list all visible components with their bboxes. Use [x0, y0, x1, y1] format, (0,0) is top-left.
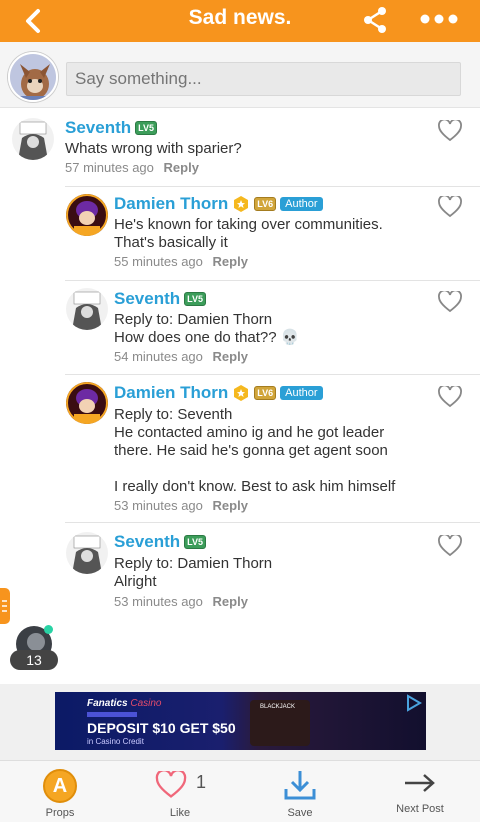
timestamp: 53 minutes ago [114, 594, 203, 609]
heart-icon [155, 771, 187, 798]
username[interactable]: Damien Thorn [114, 194, 228, 214]
next-post-label: Next Post [396, 803, 444, 815]
save-label: Save [287, 807, 313, 819]
comment-item: Seventh LV5 Reply to: Damien Thorn Alrig… [0, 522, 480, 616]
like-label: Like [169, 807, 191, 819]
menu-lines-icon [2, 600, 7, 612]
my-avatar[interactable] [8, 52, 58, 102]
comment-text: He contacted amino ig and he got leader … [114, 424, 396, 495]
avatar[interactable] [66, 288, 108, 330]
props-label: Props [45, 807, 75, 819]
comment-text: He's known for taking over communities. … [114, 216, 383, 251]
ad-headline: DEPOSIT $10 GET $50 [87, 720, 236, 736]
arrow-right-icon [405, 774, 435, 792]
timestamp: 57 minutes ago [65, 160, 154, 175]
props-button[interactable]: A Props [15, 761, 105, 822]
like-count: 1 [196, 772, 207, 792]
comment-item: Seventh LV5 Reply to: Damien Thorn How d… [0, 280, 480, 374]
comment-text: Alright [114, 573, 157, 590]
ad-brand-sub: Casino [130, 698, 162, 709]
bottom-action-bar: A Props Like Save Next Post [0, 760, 480, 822]
username[interactable]: Damien Thorn [114, 383, 228, 403]
heart-icon[interactable] [438, 196, 462, 218]
level-badge: LV5 [184, 535, 206, 549]
online-count[interactable]: 13 [10, 650, 58, 670]
ad-banner[interactable]: Fanatics Casino DEPOSIT $10 GET $50 in C… [55, 692, 426, 750]
online-indicator [44, 625, 53, 634]
ad-subtext: in Casino Credit [87, 737, 144, 746]
heart-icon[interactable] [438, 386, 462, 408]
avatar[interactable] [66, 382, 108, 424]
comment-composer [0, 42, 480, 108]
comment-item: Damien Thorn LV6 Author He's known for t… [0, 186, 480, 280]
comment-item: Damien Thorn LV6 Author Reply to: Sevent… [0, 374, 480, 522]
level-badge: LV5 [135, 121, 157, 135]
level-badge: LV6 [254, 197, 277, 211]
page-title: Sad news. [188, 6, 292, 29]
avatar[interactable] [12, 118, 54, 160]
reply-to-label: Reply to: Damien Thorn [114, 555, 273, 572]
comment-text: Whats wrong with sparier? [65, 140, 242, 157]
comment-input[interactable] [66, 62, 461, 96]
timestamp: 54 minutes ago [114, 349, 203, 364]
ad-ribbon [87, 712, 137, 717]
timestamp: 55 minutes ago [114, 254, 203, 269]
username[interactable]: Seventh [114, 532, 180, 552]
heart-icon[interactable] [438, 120, 462, 142]
reply-button[interactable]: Reply [213, 594, 248, 609]
reply-to-label: Reply to: Damien Thorn [114, 311, 273, 328]
author-tag: Author [280, 386, 323, 400]
top-header: Sad news. [0, 0, 480, 42]
save-button[interactable]: Save [255, 761, 345, 822]
reply-button[interactable]: Reply [213, 498, 248, 513]
username[interactable]: Seventh [65, 118, 131, 138]
share-icon[interactable] [362, 6, 388, 34]
curator-star-icon [234, 196, 249, 212]
author-tag: Author [280, 197, 323, 211]
heart-icon[interactable] [438, 291, 462, 313]
curator-star-icon [234, 385, 249, 401]
reply-button[interactable]: Reply [213, 254, 248, 269]
level-badge: LV5 [184, 292, 206, 306]
comment-text: How does one do that?? 💀 [114, 329, 300, 346]
username[interactable]: Seventh [114, 289, 180, 309]
more-options-icon[interactable] [420, 14, 458, 24]
download-icon [284, 771, 316, 800]
comment-item: Seventh LV5 Whats wrong with sparier? 57… [0, 108, 480, 186]
ad-brand: Fanatics [87, 698, 128, 709]
avatar[interactable] [66, 194, 108, 236]
level-badge: LV6 [254, 386, 277, 400]
reply-button[interactable]: Reply [164, 160, 199, 175]
reply-button[interactable]: Reply [213, 349, 248, 364]
adchoices-icon[interactable] [404, 694, 422, 712]
props-coin-icon: A [43, 769, 77, 803]
like-button[interactable]: Like [135, 761, 225, 822]
next-post-button[interactable]: Next Post [375, 761, 465, 822]
reply-to-label: Reply to: Seventh [114, 406, 233, 423]
side-menu-tab[interactable] [0, 588, 10, 624]
avatar[interactable] [66, 532, 108, 574]
ad-game-label: BLACKJACK [260, 704, 296, 710]
timestamp: 53 minutes ago [114, 498, 203, 513]
heart-icon[interactable] [438, 535, 462, 557]
